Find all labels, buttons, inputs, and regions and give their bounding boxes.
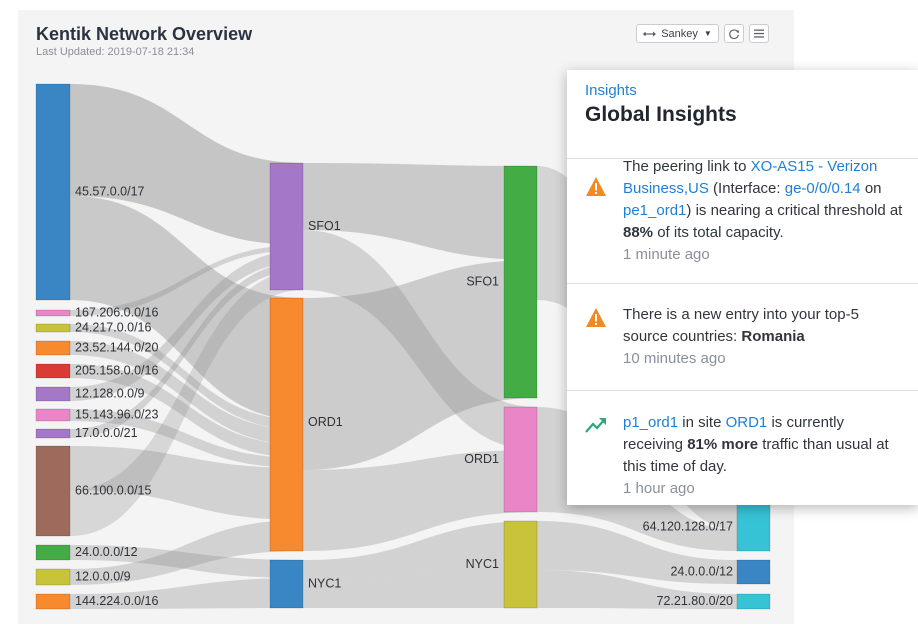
source-label: 66.100.0.0/15 — [75, 483, 152, 497]
source-node[interactable] — [35, 568, 71, 586]
destination-label: 24.0.0.0/12 — [670, 564, 733, 578]
insight-text: ) is nearing a critical threshold at — [686, 202, 903, 219]
source-label: 17.0.0.0/21 — [75, 426, 138, 440]
source-label: 144.224.0.0/16 — [75, 594, 158, 608]
source-node[interactable] — [35, 309, 71, 317]
insight-timestamp: 10 minutes ago — [623, 350, 726, 367]
egress-site-node[interactable] — [503, 520, 538, 609]
source-node[interactable] — [35, 593, 71, 610]
insights-kicker: Insights — [585, 82, 637, 99]
insight-timestamp: 1 hour ago — [623, 480, 695, 497]
device-link[interactable]: p1_ord1 — [623, 414, 678, 431]
source-node[interactable] — [35, 83, 71, 301]
destination-node[interactable] — [736, 502, 771, 552]
destination-node[interactable] — [736, 593, 771, 610]
source-label: 12.128.0.0/9 — [75, 386, 145, 400]
source-label: 167.206.0.0/16 — [75, 305, 158, 319]
egress-site-node[interactable] — [503, 165, 538, 399]
source-node[interactable] — [35, 323, 71, 333]
egress-site-label: SFO1 — [466, 274, 499, 288]
source-label: 45.57.0.0/17 — [75, 184, 145, 198]
egress-site-label: NYC1 — [466, 557, 499, 571]
divider — [567, 390, 918, 391]
insight-text: (Interface: — [708, 180, 785, 197]
insight-highlight: 81% more — [687, 436, 759, 453]
destination-label: 72.21.80.0/20 — [657, 594, 734, 608]
ingress-site-node[interactable] — [269, 559, 304, 609]
device-link[interactable]: pe1_ord1 — [623, 202, 686, 219]
ingress-site-node[interactable] — [269, 297, 304, 552]
insight-text: in site — [678, 414, 726, 431]
ingress-site-label: ORD1 — [308, 415, 343, 429]
source-node[interactable] — [35, 386, 71, 402]
source-node[interactable] — [35, 544, 71, 561]
warning-icon — [586, 177, 606, 196]
source-node[interactable] — [35, 363, 71, 379]
insight-text: on — [860, 180, 882, 197]
destination-node[interactable] — [736, 559, 771, 585]
source-node[interactable] — [35, 428, 71, 439]
insights-title: Global Insights — [585, 103, 737, 126]
ingress-site-label: NYC1 — [308, 576, 341, 590]
egress-site-node[interactable] — [503, 406, 538, 513]
insight-text: of its total capacity. — [653, 224, 784, 241]
source-label: 205.158.0.0/16 — [75, 363, 158, 377]
interface-link[interactable]: ge-0/0/0.14 — [785, 180, 861, 197]
insight-highlight: Romania — [741, 328, 805, 345]
insight-highlight: 88% — [623, 224, 654, 241]
source-label: 24.217.0.0/16 — [75, 320, 152, 334]
insight-timestamp: 1 minute ago — [623, 246, 710, 263]
insight-text: The peering link to — [623, 158, 751, 175]
source-node[interactable] — [35, 340, 71, 356]
source-node[interactable] — [35, 408, 71, 422]
ingress-site-label: SFO1 — [308, 219, 341, 233]
source-label: 12.0.0.0/9 — [75, 569, 131, 583]
egress-site-label: ORD1 — [464, 452, 499, 466]
source-label: 23.52.144.0/20 — [75, 340, 158, 354]
warning-icon — [586, 308, 606, 327]
insights-panel: Insights Global Insights The peering lin… — [567, 70, 918, 505]
source-label: 24.0.0.0/12 — [75, 545, 138, 559]
divider — [567, 283, 918, 284]
site-link[interactable]: ORD1 — [726, 414, 768, 431]
source-node[interactable] — [35, 445, 71, 537]
source-label: 15.143.96.0/23 — [75, 407, 158, 421]
ingress-site-node[interactable] — [269, 162, 304, 291]
destination-label: 64.120.128.0/17 — [643, 519, 733, 533]
trend-up-icon — [585, 418, 606, 433]
